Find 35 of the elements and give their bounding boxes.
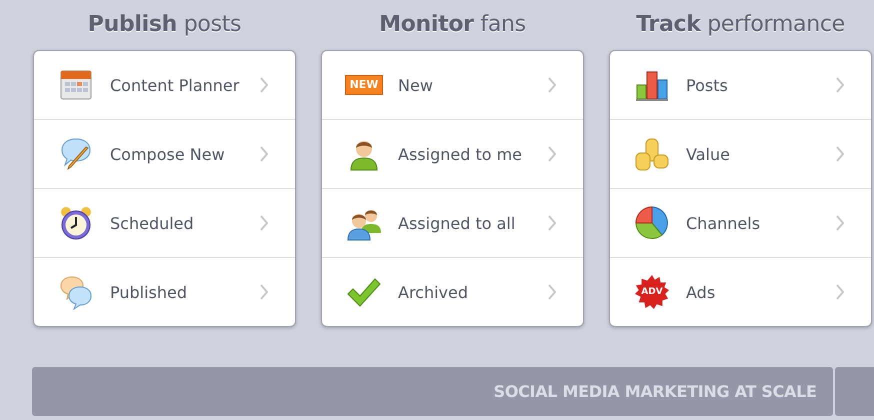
section-heading: Monitor fans xyxy=(379,11,526,39)
coin-stacks-icon xyxy=(634,136,670,172)
chevron-icon xyxy=(547,146,557,162)
menu-item[interactable]: Compose New xyxy=(34,119,295,188)
menu-item[interactable]: Value xyxy=(610,119,871,188)
chevron-icon xyxy=(259,77,269,93)
menu-item[interactable]: Scheduled xyxy=(34,188,295,257)
pie-chart-icon xyxy=(634,205,670,241)
menu-item[interactable]: NEW New xyxy=(322,51,583,119)
tagline: SOCIAL MEDIA MARKETING AT SCALE xyxy=(494,382,817,401)
menu-item[interactable]: Posts xyxy=(610,51,871,119)
menu-item[interactable]: Archived xyxy=(322,257,583,326)
section-heading: Publish posts xyxy=(88,11,242,39)
speech-bubbles-icon xyxy=(58,274,94,310)
chevron-icon xyxy=(547,77,557,93)
chevron-icon xyxy=(835,284,845,300)
section-heading: Track performance xyxy=(636,11,845,39)
chevron-icon xyxy=(835,77,845,93)
menu-item[interactable]: Published xyxy=(34,257,295,326)
menu-item[interactable]: Assigned to me xyxy=(322,119,583,188)
chevron-icon xyxy=(835,215,845,231)
chevron-icon xyxy=(259,146,269,162)
menu-item[interactable]: Assigned to all xyxy=(322,188,583,257)
chevron-icon xyxy=(547,284,557,300)
ad-badge: ADV xyxy=(635,275,669,309)
chevron-icon xyxy=(259,284,269,300)
chevron-icon xyxy=(259,215,269,231)
social-button[interactable] xyxy=(834,367,874,416)
menu-item[interactable]: Channels xyxy=(610,188,871,257)
chevron-icon xyxy=(547,215,557,231)
menu-item[interactable]: Content Planner xyxy=(34,51,295,119)
alarm-clock-icon xyxy=(58,205,94,241)
menu-item[interactable]: ADV Ads xyxy=(610,257,871,326)
chevron-icon xyxy=(835,146,845,162)
new-badge: NEW xyxy=(344,75,384,95)
